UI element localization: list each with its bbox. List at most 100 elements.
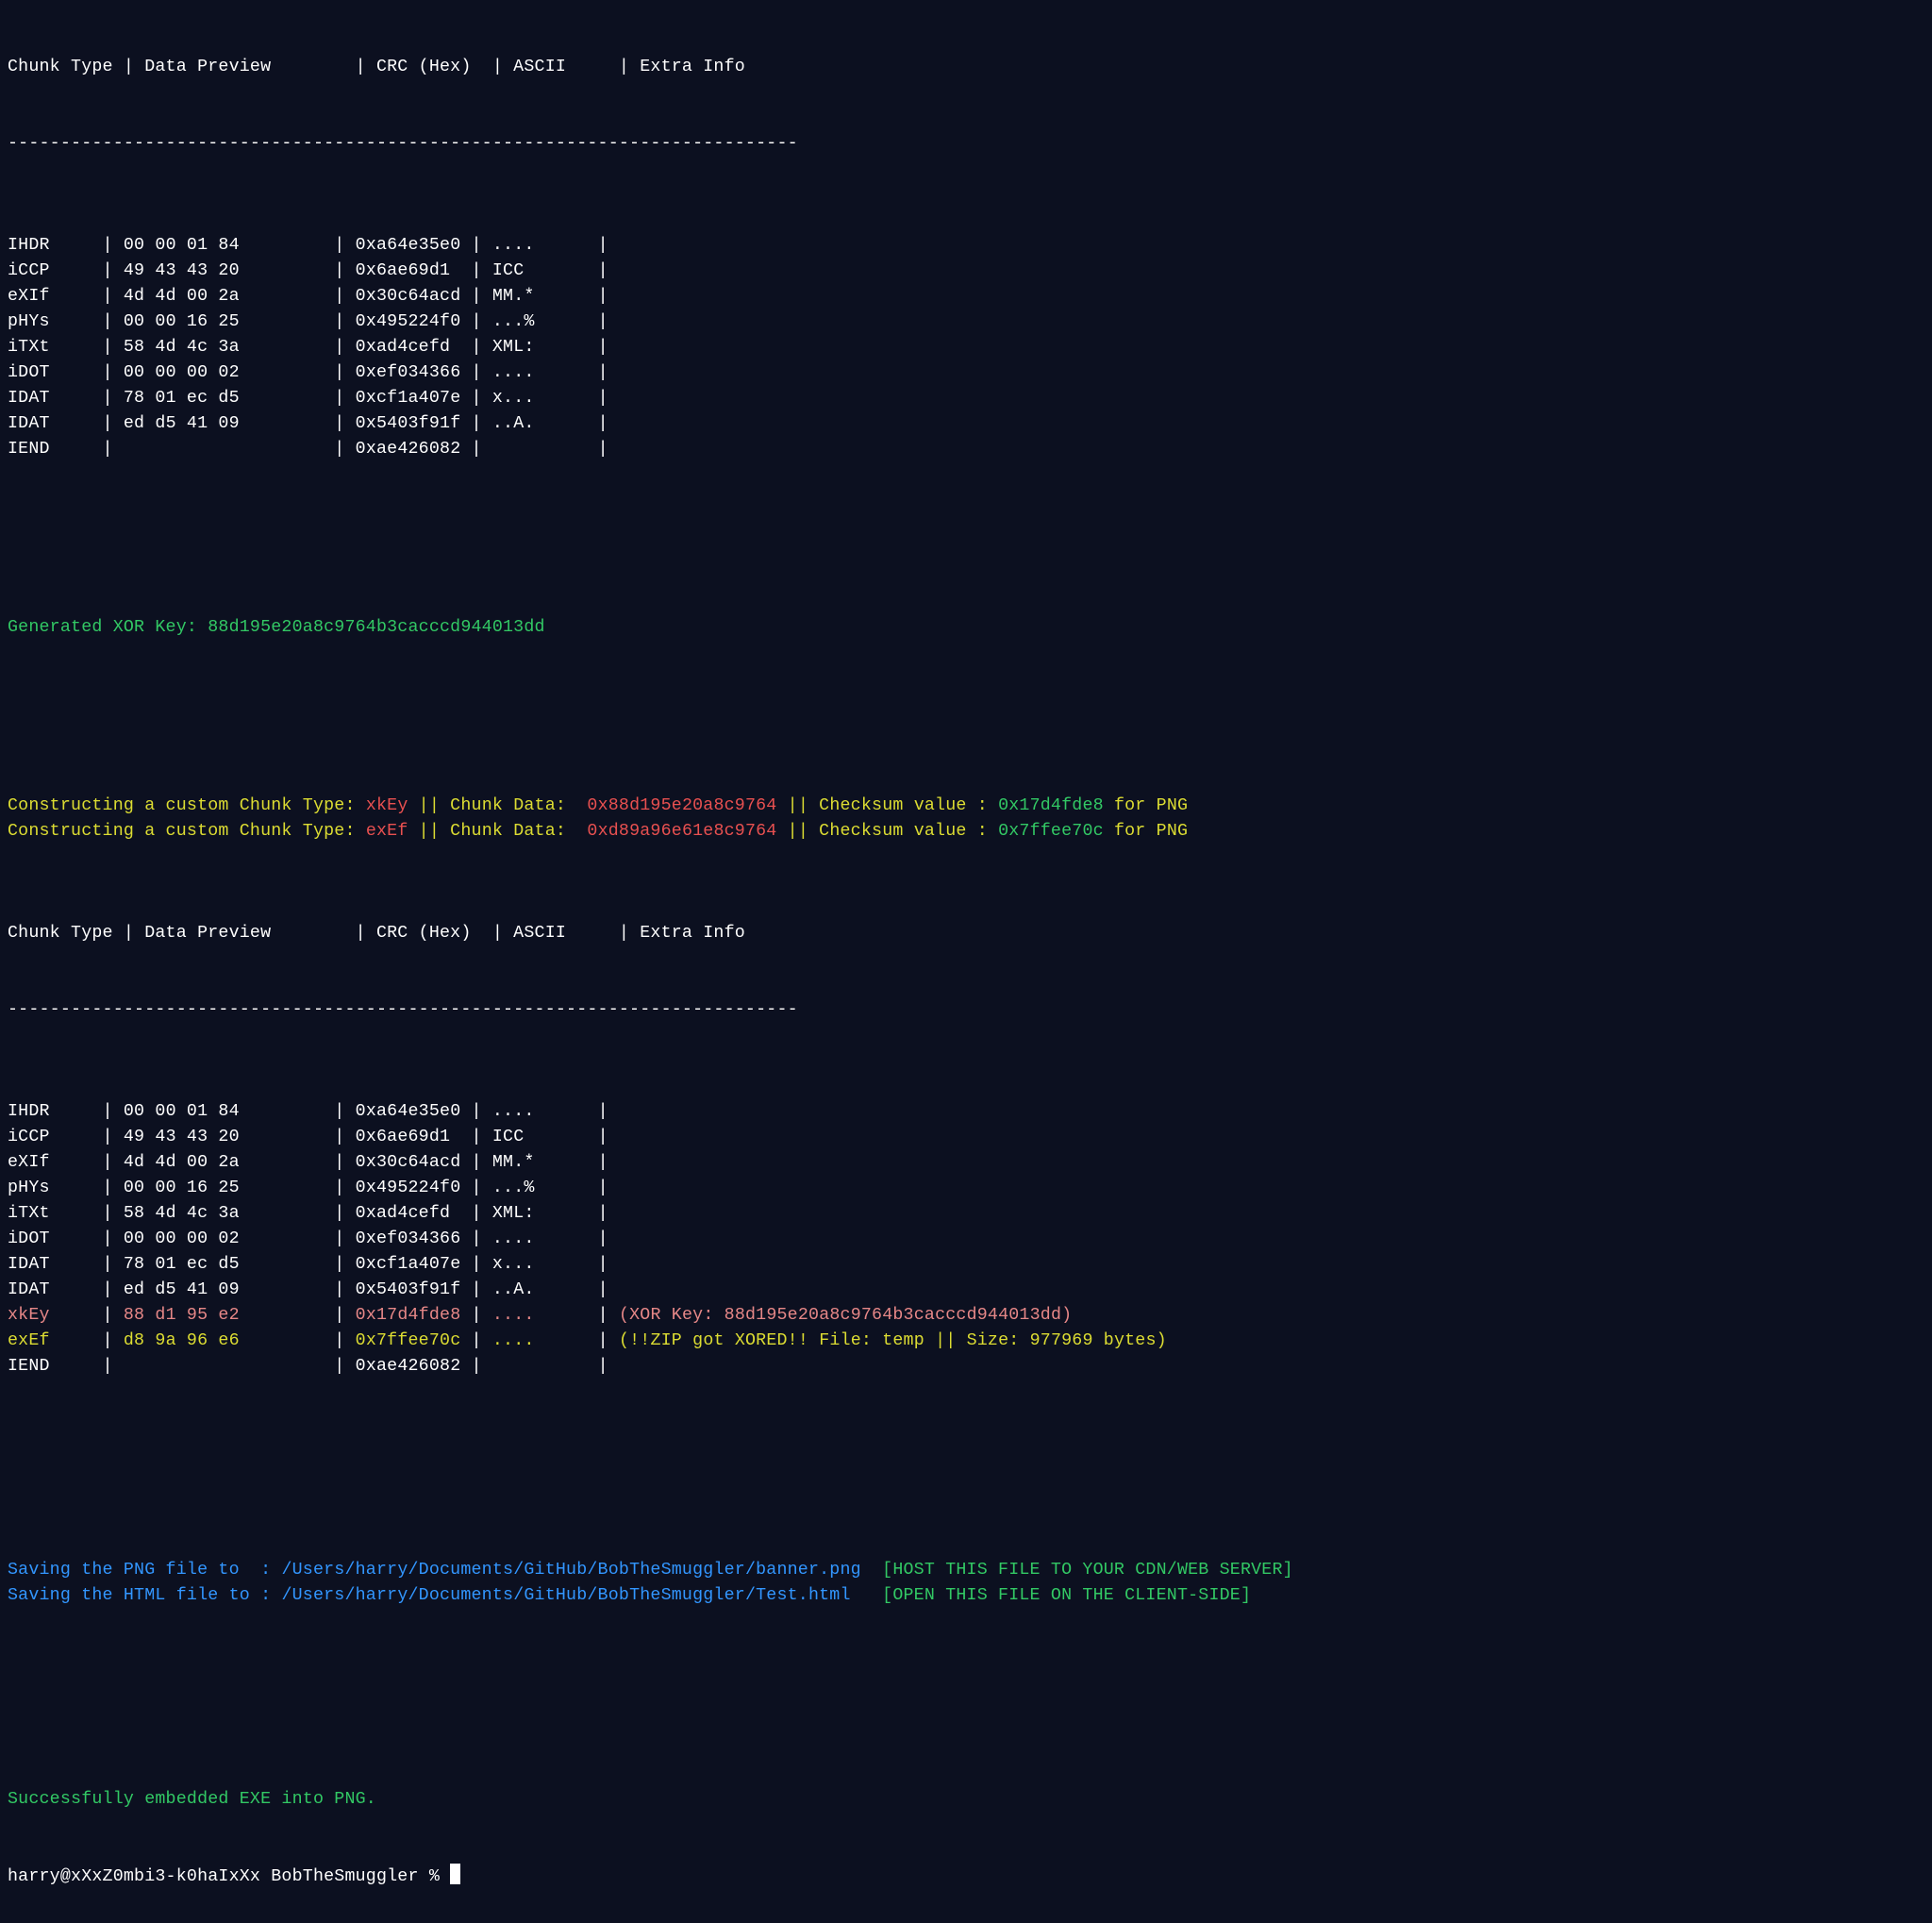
chunk-type: IEND bbox=[8, 1357, 92, 1376]
data-preview: 78 01 ec d5 bbox=[124, 389, 324, 408]
chunk-type: IHDR bbox=[8, 236, 92, 255]
saving-line: Saving the PNG file to : /Users/harry/Do… bbox=[8, 1558, 1924, 1583]
sep: | bbox=[324, 1229, 356, 1248]
chunk-row: IDAT | ed d5 41 09 | 0x5403f91f | ..A. | bbox=[8, 1278, 1924, 1303]
constructing-mid: || Chunk Data: bbox=[408, 822, 588, 841]
chunk-row: IEND | | 0xae426082 | | bbox=[8, 437, 1924, 462]
constructing-mid: || Checksum value : bbox=[776, 822, 998, 841]
ascii: ICC bbox=[492, 261, 588, 280]
data-preview: 00 00 16 25 bbox=[124, 312, 324, 331]
sep: | bbox=[324, 1255, 356, 1274]
sep: | bbox=[324, 236, 356, 255]
sep: | bbox=[460, 1179, 492, 1197]
data-preview: 00 00 01 84 bbox=[124, 1102, 324, 1121]
sep: | bbox=[460, 414, 492, 433]
constructing-lines: Constructing a custom Chunk Type: xkEy |… bbox=[8, 794, 1924, 844]
sep: | bbox=[324, 1357, 356, 1376]
chunk-type: exEf bbox=[8, 1331, 92, 1350]
sep: | bbox=[324, 389, 356, 408]
sep: | bbox=[324, 1102, 356, 1121]
sep: | bbox=[324, 1179, 356, 1197]
data-preview: 4d 4d 00 2a bbox=[124, 287, 324, 306]
sep: | bbox=[460, 1306, 492, 1325]
sep: | bbox=[92, 1204, 124, 1223]
sep: | bbox=[92, 414, 124, 433]
sep: | bbox=[460, 1153, 492, 1172]
crc-hex: 0xa64e35e0 bbox=[356, 1102, 461, 1121]
crc-hex: 0x5403f91f bbox=[356, 414, 461, 433]
sep: | bbox=[587, 338, 619, 357]
crc-hex: 0x6ae69d1 bbox=[356, 261, 461, 280]
constructing-line: Constructing a custom Chunk Type: exEf |… bbox=[8, 819, 1924, 844]
crc-hex: 0xcf1a407e bbox=[356, 389, 461, 408]
chunk-row: IDAT | ed d5 41 09 | 0x5403f91f | ..A. | bbox=[8, 411, 1924, 437]
chunk-type: IDAT bbox=[8, 1255, 92, 1274]
prompt-text: harry@xXxZ0mbi3-k0haIxXx BobTheSmuggler … bbox=[8, 1867, 450, 1886]
chunk-type: pHYs bbox=[8, 1179, 92, 1197]
ascii: MM.* bbox=[492, 287, 588, 306]
sep: | bbox=[460, 261, 492, 280]
blank-line bbox=[8, 1685, 1924, 1711]
crc-hex: 0x30c64acd bbox=[356, 1153, 461, 1172]
sep: | bbox=[460, 1357, 492, 1376]
sep: | bbox=[587, 287, 619, 306]
data-preview: 49 43 43 20 bbox=[124, 1128, 324, 1146]
sep: | bbox=[92, 1306, 124, 1325]
sep: | bbox=[92, 363, 124, 382]
chunk-type: iCCP bbox=[8, 1128, 92, 1146]
sep: | bbox=[460, 1229, 492, 1248]
blank-line bbox=[8, 1456, 1924, 1481]
chunk-row: iDOT | 00 00 00 02 | 0xef034366 | .... | bbox=[8, 1227, 1924, 1252]
crc-hex: 0xef034366 bbox=[356, 1229, 461, 1248]
crc-hex: 0x30c64acd bbox=[356, 287, 461, 306]
data-preview: 4d 4d 00 2a bbox=[124, 1153, 324, 1172]
constructing-post: for PNG bbox=[1104, 796, 1188, 815]
sep: | bbox=[587, 363, 619, 382]
extra-info: (XOR Key: 88d195e20a8c9764b3cacccd944013… bbox=[619, 1306, 1072, 1325]
ascii: .... bbox=[492, 1102, 588, 1121]
ascii bbox=[492, 1357, 588, 1376]
chunk-row: IDAT | 78 01 ec d5 | 0xcf1a407e | x... | bbox=[8, 1252, 1924, 1278]
chunk-type: iTXt bbox=[8, 338, 92, 357]
chunk-row: IEND | | 0xae426082 | | bbox=[8, 1354, 1924, 1380]
crc-hex: 0x7ffee70c bbox=[356, 1331, 461, 1350]
saving-suffix: [HOST THIS FILE TO YOUR CDN/WEB SERVER] bbox=[861, 1561, 1293, 1580]
data-preview: 58 4d 4c 3a bbox=[124, 338, 324, 357]
sep: | bbox=[324, 287, 356, 306]
sep: | bbox=[92, 1229, 124, 1248]
sep: | bbox=[460, 1128, 492, 1146]
ascii: .... bbox=[492, 236, 588, 255]
chunk-type: eXIf bbox=[8, 1153, 92, 1172]
ascii: XML: bbox=[492, 1204, 588, 1223]
extra-info: (!!ZIP got XORED!! File: temp || Size: 9… bbox=[619, 1331, 1167, 1350]
saving-pre: Saving the PNG file to : bbox=[8, 1561, 281, 1580]
terminal-output[interactable]: Chunk Type | Data Preview | CRC (Hex) | … bbox=[0, 0, 1932, 1923]
sep: | bbox=[92, 1128, 124, 1146]
data-preview: 78 01 ec d5 bbox=[124, 1255, 324, 1274]
sep: | bbox=[587, 414, 619, 433]
sep: | bbox=[587, 1357, 619, 1376]
constructing-pre: Constructing a custom Chunk Type: bbox=[8, 822, 366, 841]
blank-line bbox=[8, 692, 1924, 717]
ascii: ...% bbox=[492, 312, 588, 331]
crc-hex: 0x495224f0 bbox=[356, 1179, 461, 1197]
crc-hex: 0xad4cefd bbox=[356, 338, 461, 357]
sep: | bbox=[587, 440, 619, 459]
data-preview: ed d5 41 09 bbox=[124, 414, 324, 433]
data-preview: d8 9a 96 e6 bbox=[124, 1331, 324, 1350]
chunk-type: IDAT bbox=[8, 389, 92, 408]
crc-hex: 0xef034366 bbox=[356, 363, 461, 382]
ascii: XML: bbox=[492, 338, 588, 357]
sep: | bbox=[92, 1102, 124, 1121]
sep: | bbox=[324, 1128, 356, 1146]
data-preview bbox=[124, 440, 324, 459]
constructing-checksum: 0x17d4fde8 bbox=[998, 796, 1104, 815]
constructing-data: 0xd89a96e61e8c9764 bbox=[587, 822, 776, 841]
sep: | bbox=[92, 1280, 124, 1299]
prompt-line[interactable]: harry@xXxZ0mbi3-k0haIxXx BobTheSmuggler … bbox=[8, 1864, 1924, 1890]
constructing-checksum: 0x7ffee70c bbox=[998, 822, 1104, 841]
success-line: Successfully embedded EXE into PNG. bbox=[8, 1787, 1924, 1813]
chunk-table-2: IHDR | 00 00 01 84 | 0xa64e35e0 | .... |… bbox=[8, 1099, 1924, 1380]
ascii: .... bbox=[492, 1306, 588, 1325]
xor-key-line: Generated XOR Key: 88d195e20a8c9764b3cac… bbox=[8, 615, 1924, 641]
